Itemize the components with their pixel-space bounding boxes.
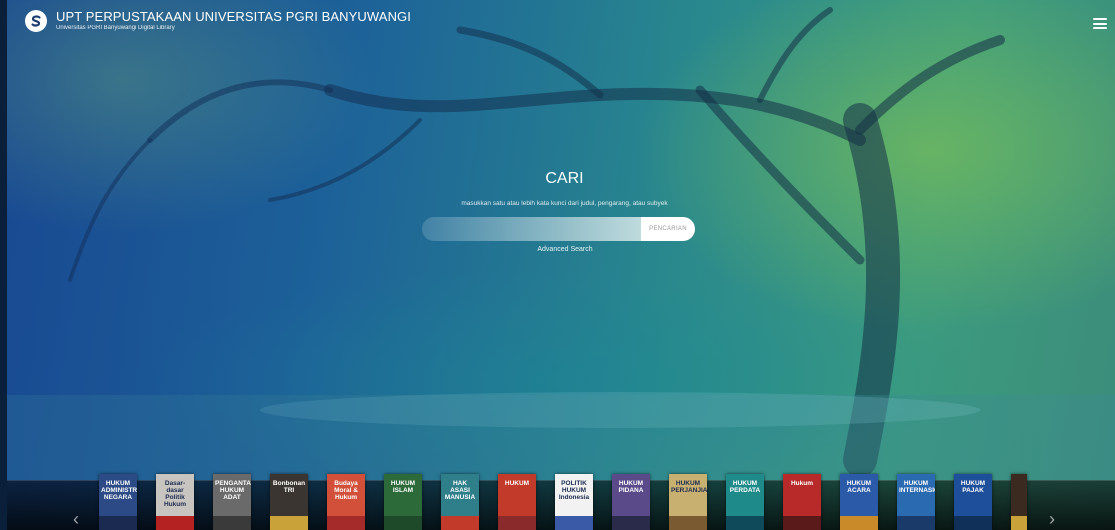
book-cover-band: [270, 516, 308, 530]
book-cover-band: [156, 516, 194, 530]
book-cover[interactable]: HUKUM INTERNASIONAL: [897, 474, 935, 530]
book-title: HUKUM ADMINISTRASI NEGARA: [101, 480, 137, 501]
book-cover[interactable]: HUKUM ADMINISTRASI NEGARA: [99, 474, 137, 530]
book-cover[interactable]: HUKUM PERJANJIAN: [669, 474, 707, 530]
search-button[interactable]: PENCARIAN: [641, 217, 695, 241]
chevron-right-icon[interactable]: ›: [1049, 510, 1055, 528]
book-title: HUKUM: [504, 480, 530, 487]
book-cover-band: [783, 516, 821, 530]
book-title: Hukum: [790, 480, 814, 487]
book-title: HUKUM INTERNASIONAL: [899, 480, 935, 494]
book-cover[interactable]: HUKUM ACARA: [840, 474, 878, 530]
book-cover-band: [954, 516, 992, 530]
book-cover-band: [669, 516, 707, 530]
search-hint: masukkan satu atau lebih kata kunci dari…: [461, 200, 668, 207]
book-title: HUKUM PERDATA: [729, 480, 761, 494]
book-title: HAK ASASI MANUSIA: [444, 480, 476, 501]
book-title: HUKUM ACARA: [846, 480, 872, 494]
search-form: PENCARIAN: [422, 217, 695, 241]
book-cover-band: [1011, 516, 1027, 530]
book-cover[interactable]: HAK ASASI MANUSIA: [441, 474, 479, 530]
book-cover[interactable]: POLITIK HUKUM Indonesia: [555, 474, 593, 530]
book-cover-band: [555, 516, 593, 530]
chevron-left-icon[interactable]: ‹: [73, 510, 79, 528]
book-cover[interactable]: Budaya Moral & Hukum: [327, 474, 365, 530]
book-title: POLITIK HUKUM Indonesia: [558, 480, 590, 501]
s-logo-glyph: [31, 15, 41, 27]
book-cover-band: [441, 516, 479, 530]
site-subtitle: Universitas PGRI Banyuwangi Digital Libr…: [56, 25, 175, 31]
menu-bar: [1093, 27, 1107, 29]
book-title: HUKUM ISLAM: [390, 480, 416, 494]
book-cover[interactable]: Bonbonan TRI: [270, 474, 308, 530]
search-title: CARI: [545, 170, 584, 187]
hero-background: [0, 0, 1115, 530]
menu-bar: [1093, 18, 1107, 20]
book-cover-band: [726, 516, 764, 530]
book-cover-band: [99, 516, 137, 530]
book-cover[interactable]: Hukum: [783, 474, 821, 530]
book-title: HUKUM PERJANJIAN: [671, 480, 707, 494]
book-cover-band: [213, 516, 251, 530]
book-cover[interactable]: Dasar-dasar Politik Hukum: [156, 474, 194, 530]
library-logo-icon: [25, 10, 47, 32]
book-cover[interactable]: PENGANTAR HUKUM ADAT: [213, 474, 251, 530]
book-cover[interactable]: [1011, 474, 1027, 530]
book-carousel: ‹ › HUKUM ADMINISTRASI NEGARA Dasar-dasar…: [7, 474, 1115, 530]
book-cover-band: [498, 516, 536, 530]
book-cover-band: [327, 516, 365, 530]
brand-text: UPT PERPUSTAKAAN UNIVERSITAS PGRI BANYUW…: [56, 10, 411, 32]
book-cover-band: [840, 516, 878, 530]
site-title: UPT PERPUSTAKAAN UNIVERSITAS PGRI BANYUW…: [56, 9, 411, 24]
book-cover[interactable]: HUKUM PIDANA: [612, 474, 650, 530]
book-cover[interactable]: HUKUM PERDATA: [726, 474, 764, 530]
book-title: HUKUM PAJAK: [960, 480, 986, 494]
book-title: Dasar-dasar Politik Hukum: [163, 480, 187, 508]
left-edge-strip: [0, 0, 7, 530]
book-title: Bonbonan TRI: [272, 480, 306, 494]
book-cover-band: [612, 516, 650, 530]
book-cover[interactable]: HUKUM ISLAM: [384, 474, 422, 530]
search-section: CARI masukkan satu atau lebih kata kunci…: [0, 170, 1115, 253]
book-cover-band: [897, 516, 935, 530]
menu-bar: [1093, 22, 1107, 25]
search-input[interactable]: [422, 217, 641, 241]
color-overlay: [0, 0, 1115, 530]
advanced-search-link[interactable]: Advanced Search: [527, 246, 603, 253]
book-cover[interactable]: HUKUM PAJAK: [954, 474, 992, 530]
book-cover-band: [384, 516, 422, 530]
site-brand[interactable]: UPT PERPUSTAKAAN UNIVERSITAS PGRI BANYUW…: [25, 10, 411, 32]
book-cover[interactable]: HUKUM: [498, 474, 536, 530]
book-title: PENGANTAR HUKUM ADAT: [215, 480, 251, 501]
hamburger-menu-icon[interactable]: [1093, 18, 1107, 29]
book-title: HUKUM PIDANA: [618, 480, 644, 494]
book-title: Budaya Moral & Hukum: [334, 480, 358, 501]
